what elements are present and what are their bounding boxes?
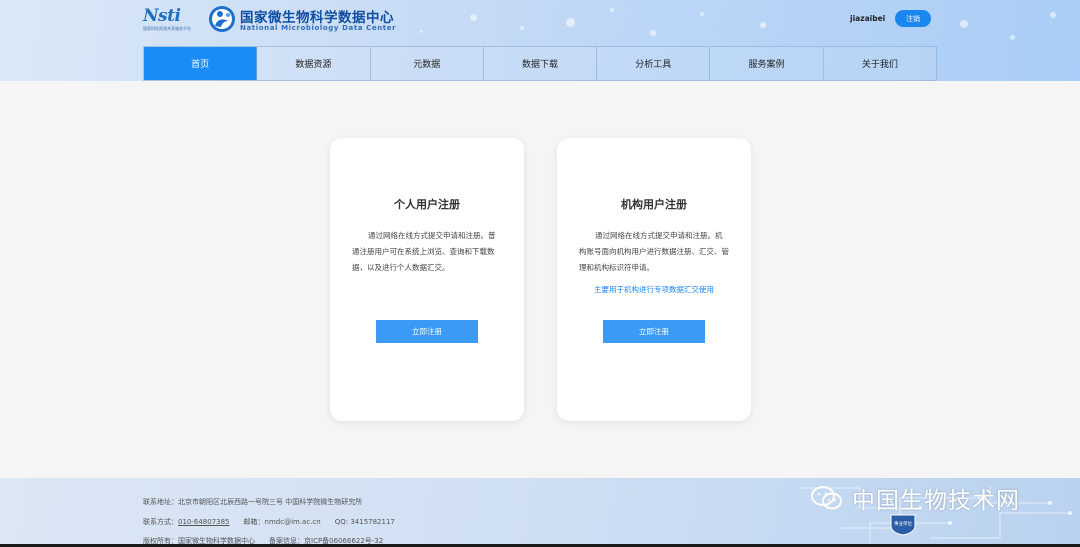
- org-register-button[interactable]: 立即注册: [603, 320, 705, 343]
- org-registration-card: 机构用户注册 通过网络在线方式提交申请和注册。机构账号面向机构用户进行数据注册、…: [557, 138, 751, 421]
- nav-item-data-resources[interactable]: 数据资源: [257, 47, 371, 80]
- badge-text: 事业单位: [894, 520, 912, 527]
- footer-contact-label: 联系方式：: [143, 518, 178, 526]
- nav-item-data-download[interactable]: 数据下载: [484, 47, 598, 80]
- footer-phone[interactable]: 010-64807385: [178, 518, 230, 526]
- footer-address: 北京市朝阳区北辰西路一号院三号 中国科学院微生物研究所: [178, 498, 363, 506]
- footer-address-label: 联系地址：: [143, 498, 178, 506]
- nsti-logo-text: Nsti: [143, 6, 181, 26]
- org-card-description: 通过网络在线方式提交申请和注册。机构账号面向机构用户进行数据注册、汇交、管理和机…: [579, 231, 729, 272]
- nav-item-analysis-tools[interactable]: 分析工具: [597, 47, 711, 80]
- gov-badge-icon[interactable]: 事业单位: [889, 512, 917, 536]
- site-title: 国家微生物科学数据中心: [240, 10, 394, 26]
- username-label[interactable]: jiazaibei: [850, 14, 885, 23]
- footer-qq-label: QQ:: [334, 518, 349, 526]
- footer-email-label: 邮箱：: [243, 518, 265, 526]
- personal-registration-card: 个人用户注册 通过网络在线方式提交申请和注册。普通注册用户可在系统上浏览、查询和…: [330, 138, 524, 421]
- wechat-watermark: 中国生物技术网: [810, 481, 1020, 515]
- site-header: Nsti 国家科技资源共享服务平台 国家微生物科学数据中心 National M…: [0, 0, 1080, 81]
- footer-address-line: 联系地址：北京市朝阳区北辰西路一号院三号 中国科学院微生物研究所: [143, 497, 362, 507]
- footer-qq: 3415782117: [350, 518, 395, 526]
- nsti-logo-subtext: 国家科技资源共享服务平台: [143, 26, 191, 31]
- personal-card-title: 个人用户注册: [394, 198, 460, 211]
- nsti-logo[interactable]: Nsti 国家科技资源共享服务平台: [143, 6, 199, 32]
- main-nav: 首页 数据资源 元数据 数据下载 分析工具 服务案例 关于我们: [143, 46, 937, 81]
- nav-item-metadata[interactable]: 元数据: [371, 47, 484, 80]
- nmdc-logo-icon[interactable]: [208, 5, 236, 33]
- logout-button[interactable]: 注销: [895, 10, 931, 27]
- footer-email[interactable]: nmdc@im.ac.cn: [265, 518, 321, 526]
- wechat-icon: [811, 486, 842, 510]
- nav-item-service-cases[interactable]: 服务案例: [710, 47, 824, 80]
- nav-item-home[interactable]: 首页: [144, 47, 258, 80]
- personal-register-button[interactable]: 立即注册: [376, 320, 478, 343]
- footer-contact-line: 联系方式：010-64807385 邮箱：nmdc@im.ac.cn QQ: 341…: [143, 517, 395, 527]
- nav-item-about-us[interactable]: 关于我们: [824, 47, 936, 80]
- org-card-title: 机构用户注册: [621, 198, 687, 211]
- site-subtitle: National Microbiology Data Center: [240, 24, 397, 32]
- watermark-text: 中国生物技术网: [852, 488, 1020, 514]
- personal-card-description: 通过网络在线方式提交申请和注册。普通注册用户可在系统上浏览、查询和下载数据，以及…: [352, 231, 496, 272]
- org-card-note: 主要用于机构进行专项数据汇交使用: [594, 285, 714, 294]
